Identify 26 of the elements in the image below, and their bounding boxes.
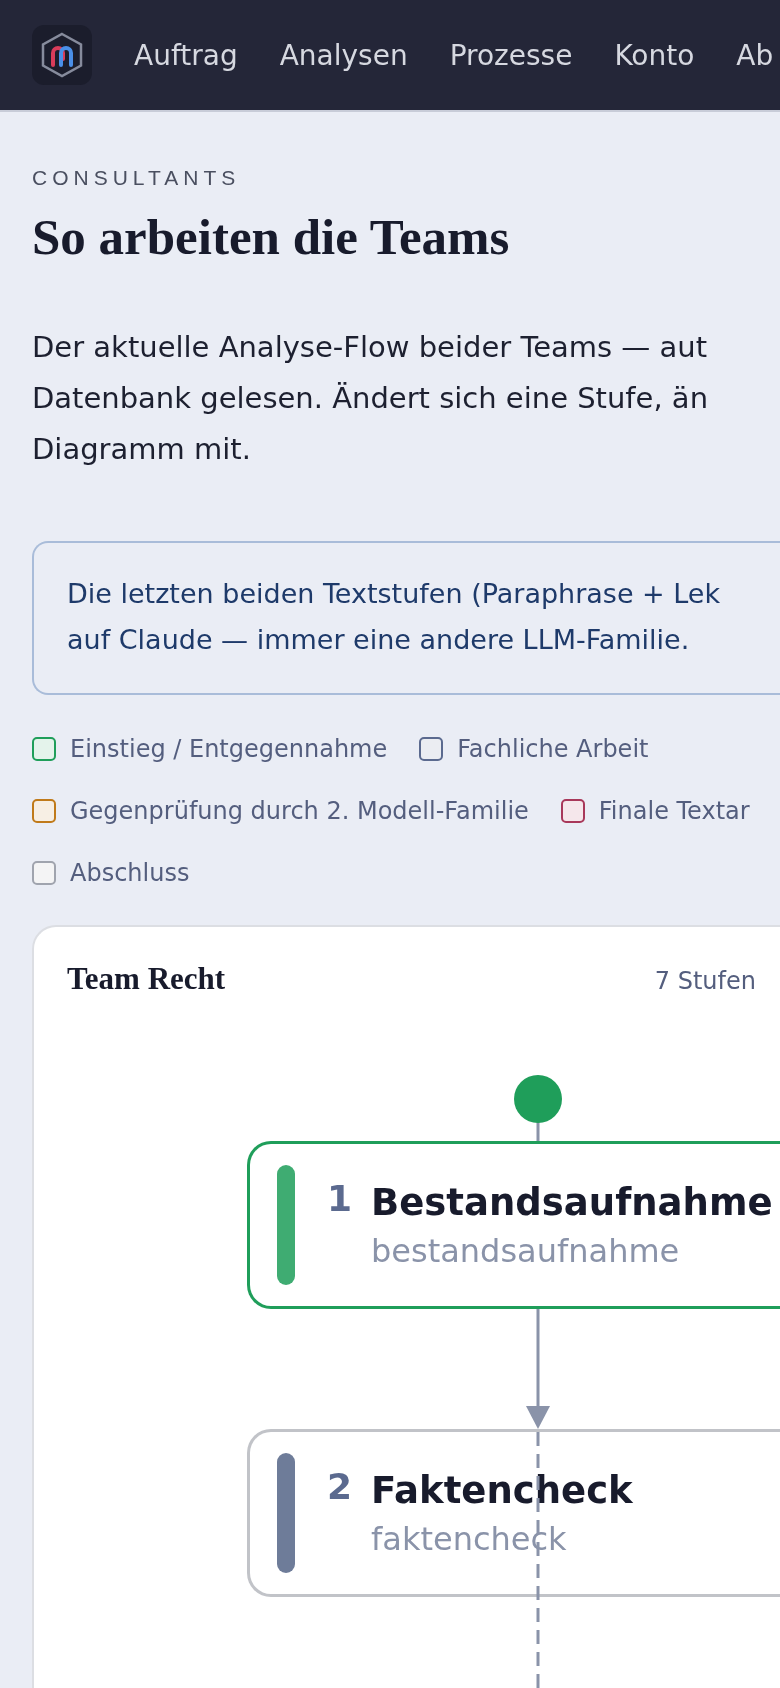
info-callout: Die letzten beiden Textstufen (Paraphrase + Lek auf Claude — immer eine andere LLM-Familie.: [32, 541, 780, 695]
step-title: Faktencheck: [371, 1468, 633, 1512]
nav-link[interactable]: Ab: [736, 38, 774, 72]
logo-icon[interactable]: [32, 25, 92, 85]
legend-label: Einstieg / Entgegennahme: [70, 735, 388, 763]
step-number: 1: [327, 1178, 351, 1219]
step-key: faktencheck: [371, 1519, 567, 1558]
nav-link[interactable]: Konto: [614, 38, 695, 72]
team-title: Team Recht: [67, 961, 226, 997]
step-node[interactable]: 1 Bestandsaufnahme bestandsaufnahme: [247, 1141, 780, 1309]
nav-link[interactable]: Auftrag: [134, 38, 238, 72]
legend-label: Fachliche Arbeit: [457, 735, 649, 763]
step-summary: 7 Stufen: [654, 967, 756, 995]
page-title: So arbeiten die Teams: [32, 208, 511, 266]
step-number: 2: [327, 1466, 351, 1507]
start-node: [514, 1075, 562, 1141]
step-key: bestandsaufnahme: [371, 1231, 680, 1270]
step-node[interactable]: 2 Faktencheck faktencheck: [247, 1429, 780, 1597]
intro-paragraph: Der aktuelle Analyse-Flow beider Teams — aut Datenbank gelesen. Ändert sich eine Stufe, än Diagramm mit.: [32, 329, 709, 468]
legend-label: Finale Textar: [598, 797, 750, 825]
nav-link[interactable]: Analysen: [279, 38, 408, 72]
legend-label: Abschluss: [70, 859, 190, 887]
nav-link[interactable]: Prozesse: [449, 38, 573, 72]
eyebrow-label: CONSULTANTS: [32, 166, 242, 190]
step-title: Bestandsaufnahme: [371, 1180, 773, 1224]
legend-label: Gegenprüfung durch 2. Modell-Familie: [70, 797, 529, 825]
